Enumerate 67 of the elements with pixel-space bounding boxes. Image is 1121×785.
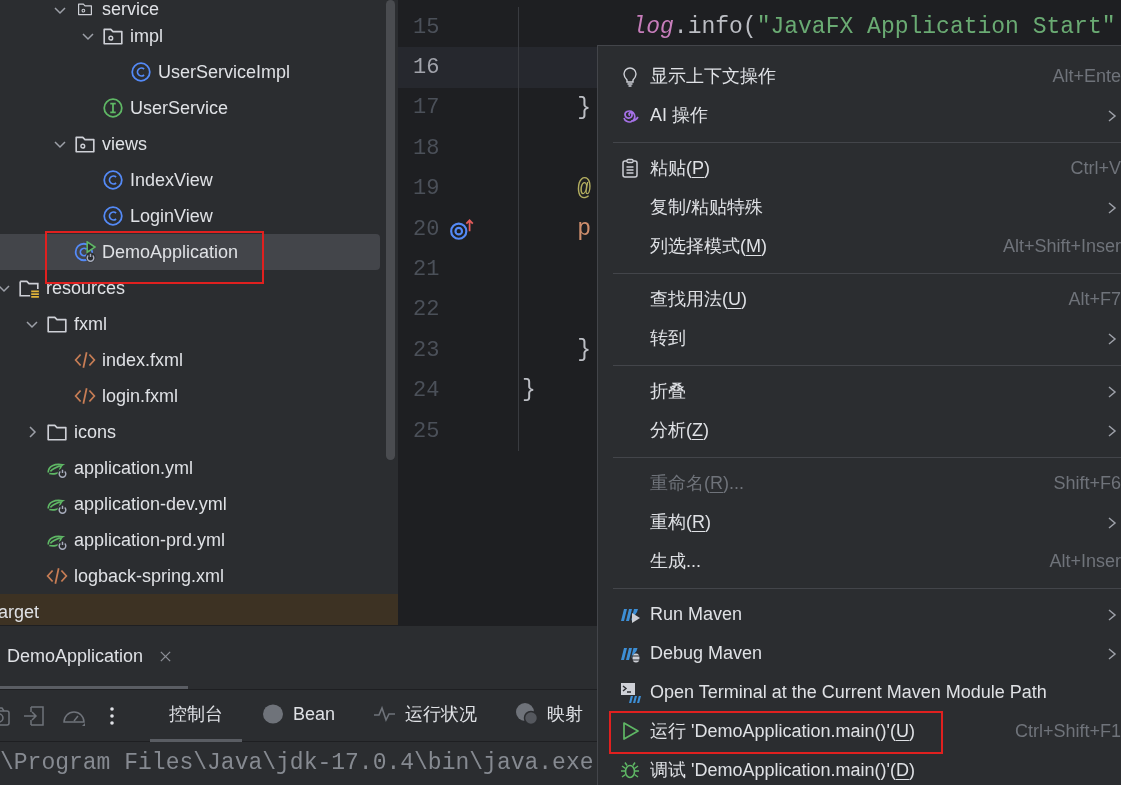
tree-item[interactable]: application-prd.yml	[0, 522, 380, 558]
menu-item[interactable]: AI 操作	[598, 96, 1121, 135]
tree-item[interactable]: impl	[0, 18, 380, 54]
code-text: log.info("JavaFX Application Start"	[631, 12, 1116, 42]
tree-item[interactable]: logback-spring.xml	[0, 558, 380, 594]
shortcut-label: Shift+F6	[1053, 472, 1121, 495]
view-tab[interactable]: 运行状况	[354, 689, 497, 742]
line-number: 16	[413, 54, 441, 83]
menu-item[interactable]: 列选择模式(M) Alt+Shift+Inser	[598, 227, 1121, 266]
class-icon	[102, 169, 124, 191]
tree-item[interactable]: service	[0, 0, 380, 18]
tree-item[interactable]: application-dev.yml	[0, 486, 380, 522]
shortcut-label: Alt+Shift+Inser	[1002, 235, 1121, 258]
menu-item[interactable]: 折叠	[598, 372, 1121, 411]
code-file-icon	[74, 349, 96, 371]
menu-item[interactable]: 复制/粘贴特殊	[598, 188, 1121, 227]
scrollbar[interactable]	[386, 0, 395, 460]
view-tab[interactable]: Bean	[242, 689, 355, 742]
menu-item[interactable]: 生成... Alt+Inser	[598, 542, 1121, 581]
tree-item[interactable]: application.yml	[0, 450, 380, 486]
run-class-icon	[74, 241, 96, 263]
shortcut-label: Alt+Inser	[1049, 550, 1121, 573]
shortcut-label: Alt+Ente	[1052, 65, 1121, 88]
code-file-icon	[74, 385, 96, 407]
menu-item[interactable]: 粘贴(P) Ctrl+V	[598, 149, 1121, 188]
tree-item[interactable]: icons	[0, 414, 380, 450]
bean-icon	[261, 702, 285, 726]
tree-item[interactable]: resources	[0, 270, 380, 306]
mapping-icon	[515, 702, 540, 726]
interface-icon	[102, 97, 124, 119]
play-icon	[620, 720, 642, 743]
tree-item[interactable]: UserServiceImpl	[0, 54, 380, 90]
run-tab[interactable]: DemoApplication	[0, 626, 189, 689]
code-text: p	[576, 214, 591, 244]
tree-item[interactable]: login.fxml	[0, 378, 380, 414]
menu-item[interactable]: Debug Maven	[598, 634, 1121, 673]
tree-item[interactable]: LoginView	[0, 198, 380, 234]
menu-item[interactable]: 显示上下文操作 Alt+Ente	[598, 57, 1121, 96]
class-icon	[102, 205, 124, 227]
shortcut-label: Ctrl+Shift+F1	[1014, 720, 1121, 743]
menu-item[interactable]: Run Maven	[598, 595, 1121, 634]
code-text: }	[576, 93, 591, 123]
tree-item[interactable]: IndexView	[0, 162, 380, 198]
tree-item[interactable]: views	[0, 126, 380, 162]
tree-item[interactable]: DemoApplication	[0, 234, 380, 270]
tree-item[interactable]: UserService	[0, 90, 380, 126]
console-output: \Program Files\Java\jdk-17.0.4\bin\java.exe	[0, 749, 594, 779]
menu-item[interactable]: 转到	[598, 319, 1121, 358]
class-icon	[130, 61, 152, 83]
menu-item[interactable]: 调试 'DemoApplication.main()'(D)	[598, 751, 1121, 785]
code-text: }	[576, 336, 591, 366]
view-tab[interactable]: 控制台	[150, 689, 242, 742]
shortcut-label: Alt+F7	[1068, 288, 1121, 311]
terminal-icon	[620, 681, 642, 704]
code-text: @	[576, 174, 591, 204]
menu-item[interactable]: 分析(Z)	[598, 411, 1121, 450]
shortcut-label: Ctrl+V	[1070, 157, 1121, 180]
menu-item[interactable]: 重构(R)	[598, 503, 1121, 542]
sign-in-icon[interactable]	[22, 703, 46, 728]
menu-item[interactable]: 查找用法(U) Alt+F7	[598, 280, 1121, 319]
menu-item: 重命名(R)... Shift+F6	[598, 464, 1121, 503]
code-text: }	[522, 376, 536, 406]
tree-item[interactable]: fxml	[0, 306, 380, 342]
code-file-icon	[46, 565, 68, 587]
overriding-marker-icon[interactable]	[449, 218, 475, 241]
close-icon[interactable]	[159, 649, 173, 663]
tree-item[interactable]: index.fxml	[0, 342, 380, 378]
